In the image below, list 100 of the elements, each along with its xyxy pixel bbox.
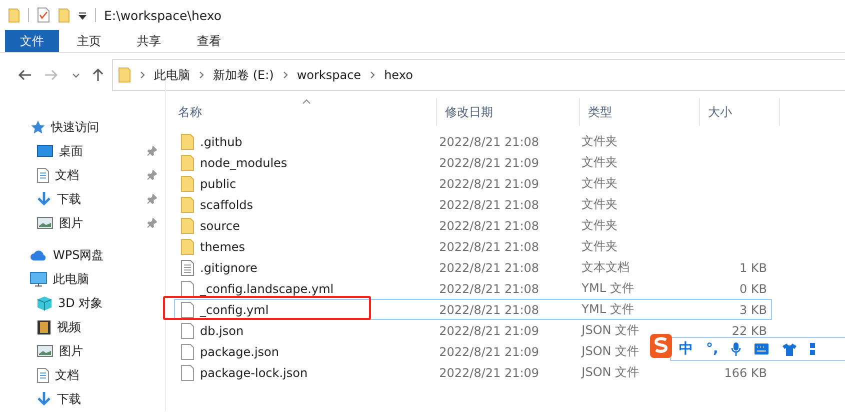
column-header[interactable]: 名称 bbox=[170, 98, 437, 126]
image-icon bbox=[37, 345, 53, 357]
file-type: YML 文件 bbox=[582, 302, 634, 316]
pin-icon[interactable] bbox=[147, 146, 157, 156]
document-icon bbox=[37, 368, 49, 382]
sidebar-item[interactable]: 文档 bbox=[0, 363, 165, 387]
file-type: 文件夹 bbox=[582, 239, 618, 253]
ribbon-tab[interactable]: 共享 bbox=[119, 30, 179, 52]
file-type: YML 文件 bbox=[582, 281, 634, 295]
sidebar-item[interactable]: 下载 bbox=[0, 187, 165, 211]
file-type: JSON 文件 bbox=[582, 365, 640, 379]
file-name: .github bbox=[200, 134, 242, 148]
file-name: db.json bbox=[200, 324, 244, 338]
properties-icon[interactable] bbox=[37, 7, 50, 23]
file-name: package.json bbox=[200, 344, 280, 358]
microphone-icon[interactable] bbox=[731, 342, 742, 356]
file-type: 文件夹 bbox=[582, 155, 618, 169]
punctuation-toggle[interactable]: °, bbox=[706, 341, 718, 357]
file-name: _config.yml bbox=[200, 302, 269, 316]
sidebar-item[interactable]: 快速访问 bbox=[0, 115, 165, 139]
file-name: themes bbox=[200, 240, 246, 254]
file-row[interactable]: scaffolds 2022/8/21 21:08 文件夹 bbox=[174, 194, 772, 215]
sidebar-item[interactable]: 下载 bbox=[0, 387, 165, 411]
sidebar-label: 此电脑 bbox=[53, 270, 89, 288]
file-name: scaffolds bbox=[200, 198, 254, 212]
chevron-down-icon[interactable] bbox=[72, 72, 80, 78]
download-arrow-icon bbox=[37, 392, 51, 406]
chevron-right-icon[interactable] bbox=[199, 71, 204, 79]
file-row[interactable]: db.json 2022/8/21 21:09 JSON 文件 22 KB bbox=[174, 320, 772, 341]
file-name: package-lock.json bbox=[200, 366, 308, 380]
breadcrumb[interactable]: 新加卷 (E:) bbox=[213, 66, 274, 84]
ribbon-tab[interactable]: 主页 bbox=[59, 30, 119, 52]
address-bar[interactable]: 此电脑 新加卷 (E:) workspace hexo bbox=[112, 59, 845, 91]
modified-date: 2022/8/21 21:09 bbox=[438, 156, 540, 170]
keyboard-icon[interactable] bbox=[754, 343, 770, 355]
column-header[interactable]: 类型 bbox=[580, 98, 700, 126]
sidebar-label: 桌面 bbox=[59, 142, 83, 160]
folder-icon bbox=[181, 218, 194, 234]
back-arrow-icon[interactable] bbox=[18, 69, 32, 81]
sidebar-item[interactable]: 3D 对象 bbox=[0, 291, 165, 315]
cloud-icon bbox=[30, 250, 47, 260]
sidebar-label: WPS网盘 bbox=[53, 246, 104, 264]
file-size: 1 KB bbox=[739, 260, 768, 274]
pin-icon[interactable] bbox=[147, 194, 157, 204]
breadcrumb[interactable]: 此电脑 bbox=[154, 66, 190, 84]
breadcrumb[interactable]: hexo bbox=[384, 68, 413, 82]
chevron-right-icon[interactable] bbox=[282, 71, 288, 79]
file-row[interactable]: .gitignore 2022/8/21 21:08 文本文档 1 KB bbox=[174, 257, 772, 278]
sidebar-item[interactable]: 图片 bbox=[0, 211, 165, 235]
window-title: E:\workspace\hexo bbox=[104, 8, 222, 22]
file-row[interactable]: node_modules 2022/8/21 21:09 文件夹 bbox=[174, 152, 772, 173]
ribbon-tab[interactable]: 文件 bbox=[5, 30, 59, 52]
sidebar-label: 视频 bbox=[57, 318, 81, 336]
folder-icon bbox=[181, 134, 194, 150]
modified-date: 2022/8/21 21:09 bbox=[438, 324, 540, 338]
column-header[interactable]: 大小 bbox=[700, 98, 780, 126]
file-type: 文件夹 bbox=[582, 134, 618, 148]
sidebar-item[interactable]: 桌面 bbox=[0, 139, 165, 163]
file-type: 文件夹 bbox=[582, 218, 618, 232]
file-row[interactable]: .github 2022/8/21 21:08 文件夹 bbox=[174, 131, 772, 152]
sidebar-label: 文档 bbox=[55, 166, 79, 184]
file-icon bbox=[181, 280, 194, 296]
input-mode-toggle[interactable]: 中 bbox=[679, 340, 693, 358]
modified-date: 2022/8/21 21:08 bbox=[438, 134, 540, 148]
sidebar-item[interactable]: 视频 bbox=[0, 315, 165, 339]
column-header[interactable]: 修改日期 bbox=[437, 98, 580, 126]
file-icon bbox=[181, 322, 194, 338]
shirt-icon[interactable] bbox=[782, 342, 798, 356]
file-row[interactable]: public 2022/8/21 21:09 文件夹 bbox=[174, 173, 772, 194]
file-type: 文件夹 bbox=[582, 176, 618, 190]
up-arrow-icon[interactable] bbox=[92, 68, 104, 82]
modified-date: 2022/8/21 21:09 bbox=[438, 344, 540, 358]
file-name: node_modules bbox=[200, 156, 288, 170]
ime-logo-icon[interactable] bbox=[650, 334, 672, 358]
film-icon bbox=[37, 320, 51, 334]
dropdown-icon[interactable] bbox=[78, 10, 87, 20]
chevron-right-icon[interactable] bbox=[370, 71, 376, 79]
sidebar-label: 3D 对象 bbox=[58, 294, 103, 312]
pin-icon[interactable] bbox=[147, 170, 157, 180]
grid-icon[interactable] bbox=[810, 342, 818, 356]
file-row[interactable]: package-lock.json 2022/8/21 21:09 JSON 文件 166 KB bbox=[174, 362, 772, 383]
modified-date: 2022/8/21 21:09 bbox=[438, 176, 540, 190]
file-row[interactable]: _config.landscape.yml 2022/8/21 21:08 YML 文件 0 KB bbox=[174, 278, 772, 299]
folder-icon bbox=[118, 67, 131, 83]
desktop-icon bbox=[37, 145, 53, 157]
file-row[interactable]: source 2022/8/21 21:08 文件夹 bbox=[174, 215, 772, 236]
sidebar-item[interactable]: WPS网盘 bbox=[0, 243, 165, 267]
modified-date: 2022/8/21 21:08 bbox=[438, 282, 540, 296]
sidebar-item[interactable]: 文档 bbox=[0, 163, 165, 187]
pin-icon[interactable] bbox=[147, 218, 157, 228]
chevron-right-icon[interactable] bbox=[140, 71, 145, 79]
sidebar-label: 图片 bbox=[59, 342, 83, 360]
file-row[interactable]: themes 2022/8/21 21:08 文件夹 bbox=[174, 236, 772, 257]
sidebar-label: 下载 bbox=[57, 390, 81, 408]
file-size: 22 KB bbox=[732, 324, 768, 338]
ribbon-tab[interactable]: 查看 bbox=[179, 30, 239, 52]
file-type: 文件夹 bbox=[582, 197, 618, 211]
breadcrumb[interactable]: workspace bbox=[296, 68, 362, 82]
sidebar-item[interactable]: 图片 bbox=[0, 339, 165, 363]
sidebar-item[interactable]: 此电脑 bbox=[0, 267, 165, 291]
